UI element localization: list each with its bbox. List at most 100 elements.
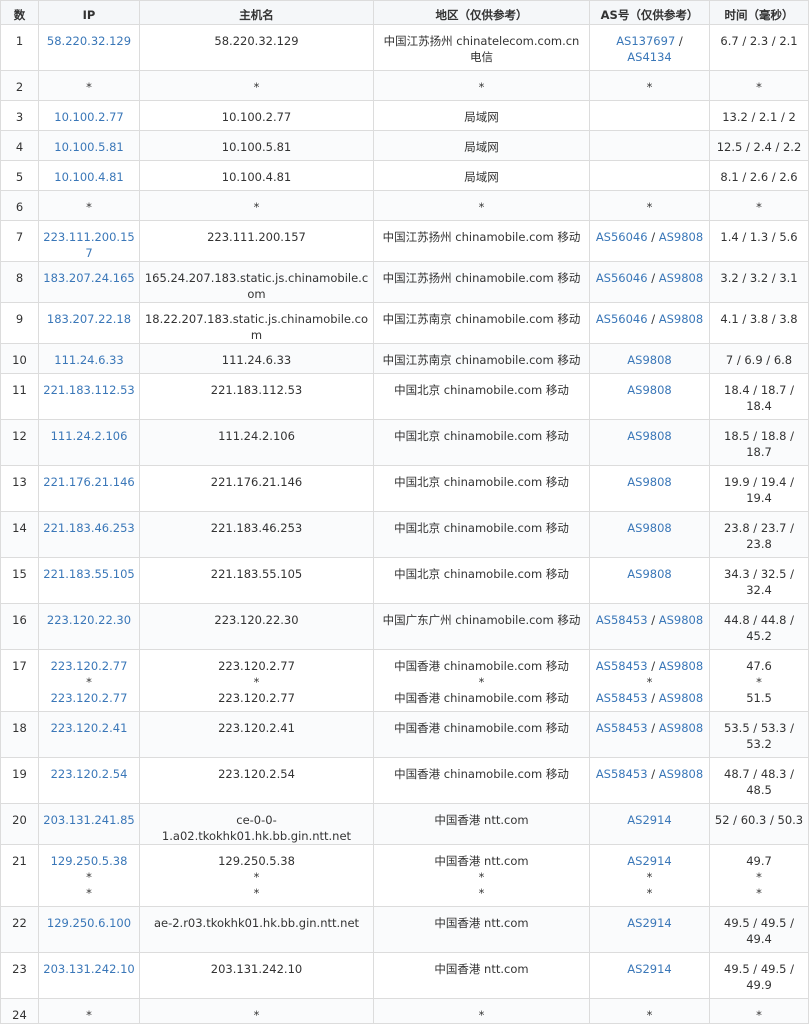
asn-link[interactable]: AS9808 — [627, 475, 671, 489]
table-row: 7 223.111.200.157 223.111.200.157 中国江苏扬州 ch… — [0, 220, 809, 262]
asn-cell: AS2914 — [589, 906, 710, 953]
table-row: 14 221.183.46.253 221.183.46.253 中国北京 china… — [0, 511, 809, 558]
ip-cell: * — [38, 998, 140, 1024]
ip-cell: 203.131.242.10 — [38, 952, 140, 999]
hostname-cell: 203.131.242.10 — [139, 952, 374, 999]
ip-link[interactable]: 221.183.112.53 — [42, 382, 136, 398]
region-cell: 中国北京 chinamobile.com 移动 — [373, 465, 590, 512]
region-cell: 中国江苏扬州 chinamobile.com 移动 — [373, 261, 590, 303]
table-row: 24 * * * * * — [0, 998, 809, 1024]
ip-value: * — [86, 200, 92, 214]
asn-link[interactable]: AS58453 — [596, 613, 648, 627]
hostname-value: 165.24.207.183.static.js.chinamobile.com — [144, 271, 369, 301]
ip-link[interactable]: 10.100.4.81 — [42, 169, 136, 185]
ip-link[interactable]: 203.131.242.10 — [42, 961, 136, 977]
asn-link[interactable]: AS9808 — [627, 383, 671, 397]
ip-link[interactable]: 58.220.32.129 — [42, 33, 136, 49]
asn-cell — [589, 130, 710, 161]
asn-cell: * — [589, 190, 710, 221]
hop-number: 21 — [0, 844, 39, 907]
asn-link[interactable]: AS9808 — [627, 521, 671, 535]
table-row: 8 183.207.24.165 165.24.207.183.static.js.… — [0, 261, 809, 303]
asn-line: AS137697 / AS4134 — [616, 34, 683, 64]
asn-link[interactable]: AS58453 — [596, 691, 648, 705]
asn-link[interactable]: AS9808 — [627, 567, 671, 581]
asn-link[interactable]: AS9808 — [659, 691, 703, 705]
asn-link[interactable]: AS2914 — [627, 854, 671, 868]
hop-number: 6 — [0, 190, 39, 221]
region-value: 中国江苏扬州 chinatelecom.com.cn 电信 — [383, 34, 580, 64]
asn-link[interactable]: AS58453 — [596, 767, 648, 781]
asn-cell: AS2914 — [589, 803, 710, 845]
ip-link[interactable]: 221.183.46.253 — [42, 520, 136, 536]
asn-link[interactable]: AS58453 — [596, 721, 648, 735]
asn-link[interactable]: AS9808 — [659, 659, 703, 673]
asn-line: AS56046 / AS9808 — [595, 230, 704, 244]
ip-link[interactable]: 129.250.6.100 — [42, 915, 136, 931]
ip-link[interactable]: 203.131.241.85 — [42, 812, 136, 828]
ip-value: * — [86, 80, 92, 94]
asn-link[interactable]: AS56046 — [596, 312, 648, 326]
asn-link[interactable]: AS56046 — [596, 230, 648, 244]
ip-link[interactable]: 111.24.6.33 — [42, 352, 136, 368]
ip-link[interactable]: 223.120.2.77 — [42, 690, 136, 706]
ip-link[interactable]: 183.207.24.165 — [42, 270, 136, 286]
table-row: 15 221.183.55.105 221.183.55.105 中国北京 china… — [0, 557, 809, 604]
table-row: 17 223.120.2.77 * 223.120.2.77 223.120.2.77 *… — [0, 649, 809, 712]
asn-link[interactable]: AS9808 — [659, 767, 703, 781]
table-row: 9 183.207.22.18 18.22.207.183.static.js.ch… — [0, 302, 809, 344]
ip-link[interactable]: 223.120.2.77 — [42, 658, 136, 674]
ip-link[interactable]: 223.111.200.157 — [42, 229, 136, 261]
table-row: 21 129.250.5.38 * * 129.250.5.38 * * 中国香港 ntt.c… — [0, 844, 809, 907]
ip-link[interactable]: 223.120.2.41 — [42, 720, 136, 736]
time-value: 4.1 / 3.8 / 3.8 — [720, 312, 798, 326]
ip-cell: 223.120.2.77 * 223.120.2.77 — [38, 649, 140, 712]
asn-line: AS9808 — [593, 382, 706, 398]
hostname-cell: 223.120.2.77 * 223.120.2.77 — [139, 649, 374, 712]
time-value: 47.6 — [746, 659, 772, 673]
ip-link[interactable]: 221.183.55.105 — [42, 566, 136, 582]
asn-link[interactable]: AS137697 — [616, 34, 675, 48]
time-value: 7 / 6.9 / 6.8 — [725, 353, 793, 367]
hostname-value: 111.24.6.33 — [221, 353, 292, 367]
asn-line — [593, 109, 706, 125]
asn-link[interactable]: AS9808 — [659, 721, 703, 735]
hostname-value: * — [253, 886, 260, 900]
asn-cell: * — [589, 70, 710, 101]
ip-link[interactable]: 183.207.22.18 — [42, 311, 136, 327]
asn-link[interactable]: AS56046 — [596, 271, 648, 285]
ip-cell: * — [38, 190, 140, 221]
ip-cell: 10.100.2.77 — [38, 100, 140, 131]
hostname-value: 223.120.2.77 — [218, 691, 295, 705]
asn-link[interactable]: AS58453 — [596, 659, 648, 673]
ip-link[interactable]: 129.250.5.38 — [42, 853, 136, 869]
hop-number: 13 — [0, 465, 39, 512]
region-cell: 中国江苏扬州 chinatelecom.com.cn 电信 — [373, 24, 590, 71]
ip-link[interactable]: 10.100.5.81 — [42, 139, 136, 155]
ip-link[interactable]: 223.120.2.54 — [42, 766, 136, 782]
asn-link[interactable]: AS2914 — [627, 813, 671, 827]
region-value: 中国北京 chinamobile.com 移动 — [394, 475, 569, 489]
ip-link[interactable]: 223.120.22.30 — [42, 612, 136, 628]
asn-link[interactable]: AS9808 — [659, 613, 703, 627]
region-value: 中国江苏扬州 chinamobile.com 移动 — [382, 230, 581, 244]
asn-link[interactable]: AS9808 — [627, 353, 671, 367]
time-value: 8.1 / 2.6 / 2.6 — [720, 170, 798, 184]
ip-link[interactable]: 10.100.2.77 — [42, 109, 136, 125]
ip-link[interactable]: 221.176.21.146 — [42, 474, 136, 490]
asn-link[interactable]: AS4134 — [627, 50, 671, 64]
asn-link[interactable]: AS9808 — [659, 271, 703, 285]
ip-cell: 129.250.5.38 * * — [38, 844, 140, 907]
asn-link[interactable]: AS2914 — [627, 916, 671, 930]
asn-link[interactable]: AS9808 — [659, 312, 703, 326]
region-value: 中国香港 ntt.com — [434, 916, 529, 930]
time-cell: 6.7 / 2.3 / 2.1 — [709, 24, 809, 71]
region-cell: 中国广东广州 chinamobile.com 移动 — [373, 603, 590, 650]
region-value: 中国江苏南京 chinamobile.com 移动 — [382, 353, 581, 367]
hop-number: 22 — [0, 906, 39, 953]
ip-link[interactable]: 111.24.2.106 — [42, 428, 136, 444]
asn-line: AS58453 / AS9808 — [595, 659, 704, 673]
asn-link[interactable]: AS9808 — [627, 429, 671, 443]
time-value: * — [756, 675, 762, 689]
asn-link[interactable]: AS9808 — [659, 230, 703, 244]
